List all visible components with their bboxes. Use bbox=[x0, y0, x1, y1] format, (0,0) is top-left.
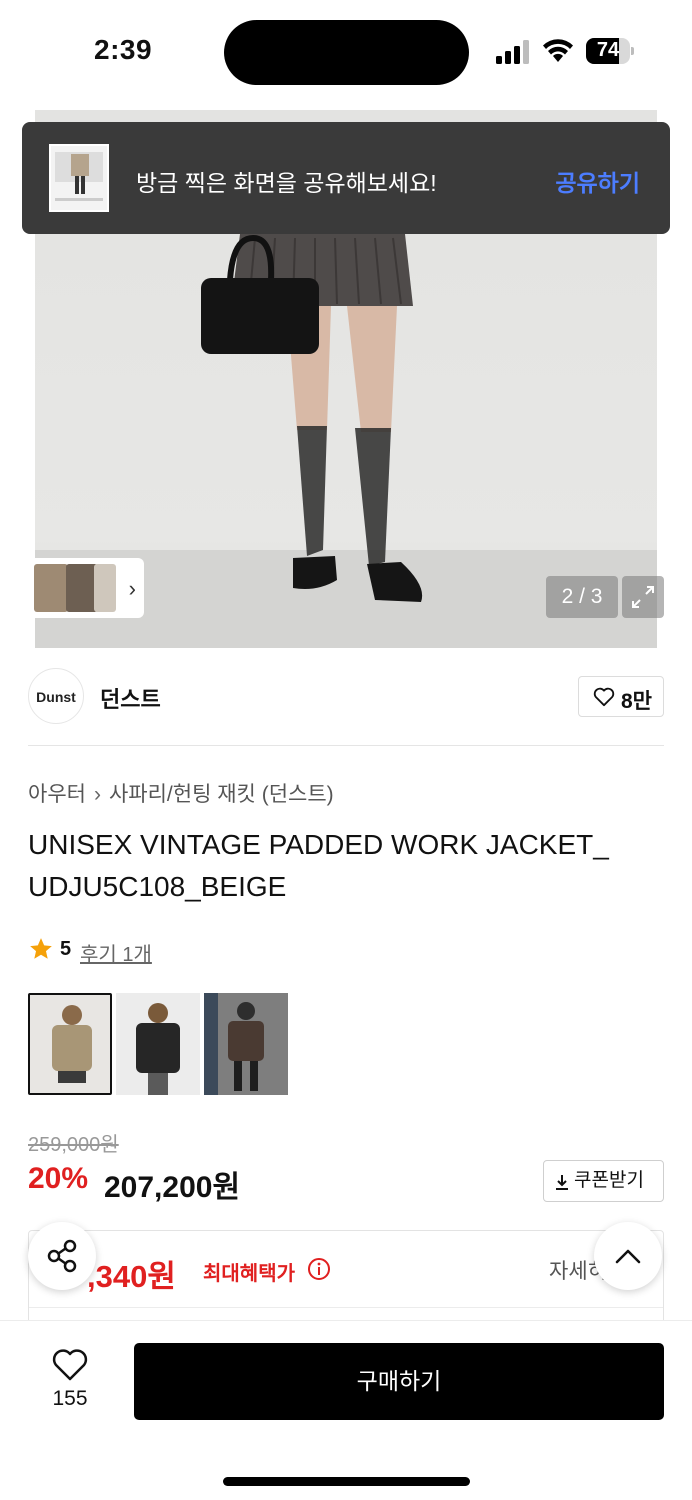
brand-name[interactable]: 던스트 bbox=[100, 682, 161, 714]
wifi-icon bbox=[543, 39, 573, 62]
gallery-thumbnail-strip[interactable]: › bbox=[28, 558, 144, 618]
share-floating-button[interactable] bbox=[28, 1222, 96, 1290]
battery-level: 74 bbox=[596, 39, 620, 61]
wishlist-button[interactable]: 155 bbox=[40, 1345, 100, 1415]
max-benefit-box[interactable]: ,340원 최대혜택가 자세히 bbox=[28, 1230, 664, 1330]
download-icon bbox=[556, 1175, 568, 1190]
chevron-right-icon: › bbox=[93, 783, 101, 806]
heart-icon bbox=[52, 1349, 88, 1381]
share-screenshot-toast: 방금 찍은 화면을 공유해보세요! 공유하기 bbox=[22, 122, 670, 234]
wishlist-count: 155 bbox=[52, 1387, 88, 1410]
expand-image-button[interactable] bbox=[622, 576, 664, 618]
dynamic-island bbox=[224, 20, 469, 85]
star-icon bbox=[30, 938, 52, 959]
brand-like-button[interactable]: 8만 bbox=[578, 676, 664, 717]
chevron-up-icon bbox=[615, 1249, 641, 1264]
share-icon bbox=[47, 1239, 77, 1273]
sale-price: 207,200원 bbox=[104, 1171, 241, 1204]
bottom-action-bar: 155 구매하기 bbox=[0, 1320, 692, 1500]
toast-message: 방금 찍은 화면을 공유해보세요! bbox=[136, 170, 437, 196]
buy-button[interactable]: 구매하기 bbox=[134, 1343, 664, 1420]
breadcrumb: 아우터 › 사파리/헌팅 재킷 (던스트) bbox=[28, 778, 334, 808]
coupon-download-button[interactable]: 쿠폰받기 bbox=[543, 1160, 664, 1202]
screenshot-thumbnail bbox=[49, 144, 109, 212]
breadcrumb-subcategory[interactable]: 사파리/헌팅 재킷 (던스트) bbox=[109, 783, 334, 806]
coupon-label: 쿠폰받기 bbox=[574, 1170, 644, 1191]
brand-like-count: 8만 bbox=[621, 690, 652, 713]
chevron-right-icon: › bbox=[128, 576, 136, 601]
variant-thumbnail-black[interactable] bbox=[116, 993, 200, 1095]
heart-icon bbox=[593, 687, 615, 707]
share-button[interactable]: 공유하기 bbox=[555, 164, 640, 198]
discount-rate: 20% bbox=[28, 1162, 89, 1195]
expand-icon bbox=[632, 586, 654, 608]
battery-icon: 74 bbox=[586, 38, 634, 64]
variant-thumbnail-beige[interactable] bbox=[28, 993, 112, 1095]
original-price: 259,000원 bbox=[28, 1134, 119, 1156]
review-link[interactable]: 후기 1개 bbox=[80, 938, 152, 967]
signal-icon bbox=[496, 40, 529, 64]
max-benefit-price: ,340원 bbox=[87, 1259, 176, 1294]
variant-thumbnail-brown[interactable] bbox=[204, 993, 288, 1095]
scroll-to-top-button[interactable] bbox=[594, 1222, 662, 1290]
status-bar: 2:39 74 bbox=[0, 0, 692, 110]
divider bbox=[29, 1307, 663, 1308]
info-icon[interactable] bbox=[307, 1257, 331, 1281]
max-benefit-label: 최대혜택가 bbox=[203, 1263, 295, 1285]
rating-value: 5 bbox=[60, 938, 72, 960]
brand-row[interactable]: Dunst 던스트 8만 bbox=[28, 668, 664, 726]
brand-logo[interactable]: Dunst bbox=[28, 668, 84, 724]
divider bbox=[28, 745, 664, 746]
status-time: 2:39 bbox=[94, 34, 153, 65]
breadcrumb-category[interactable]: 아우터 bbox=[28, 783, 86, 806]
home-indicator bbox=[223, 1477, 470, 1486]
gallery-page-indicator: 2 / 3 bbox=[546, 576, 618, 618]
product-title: UNISEX VINTAGE PADDED WORK JACKET_ UDJU5… bbox=[28, 829, 609, 902]
